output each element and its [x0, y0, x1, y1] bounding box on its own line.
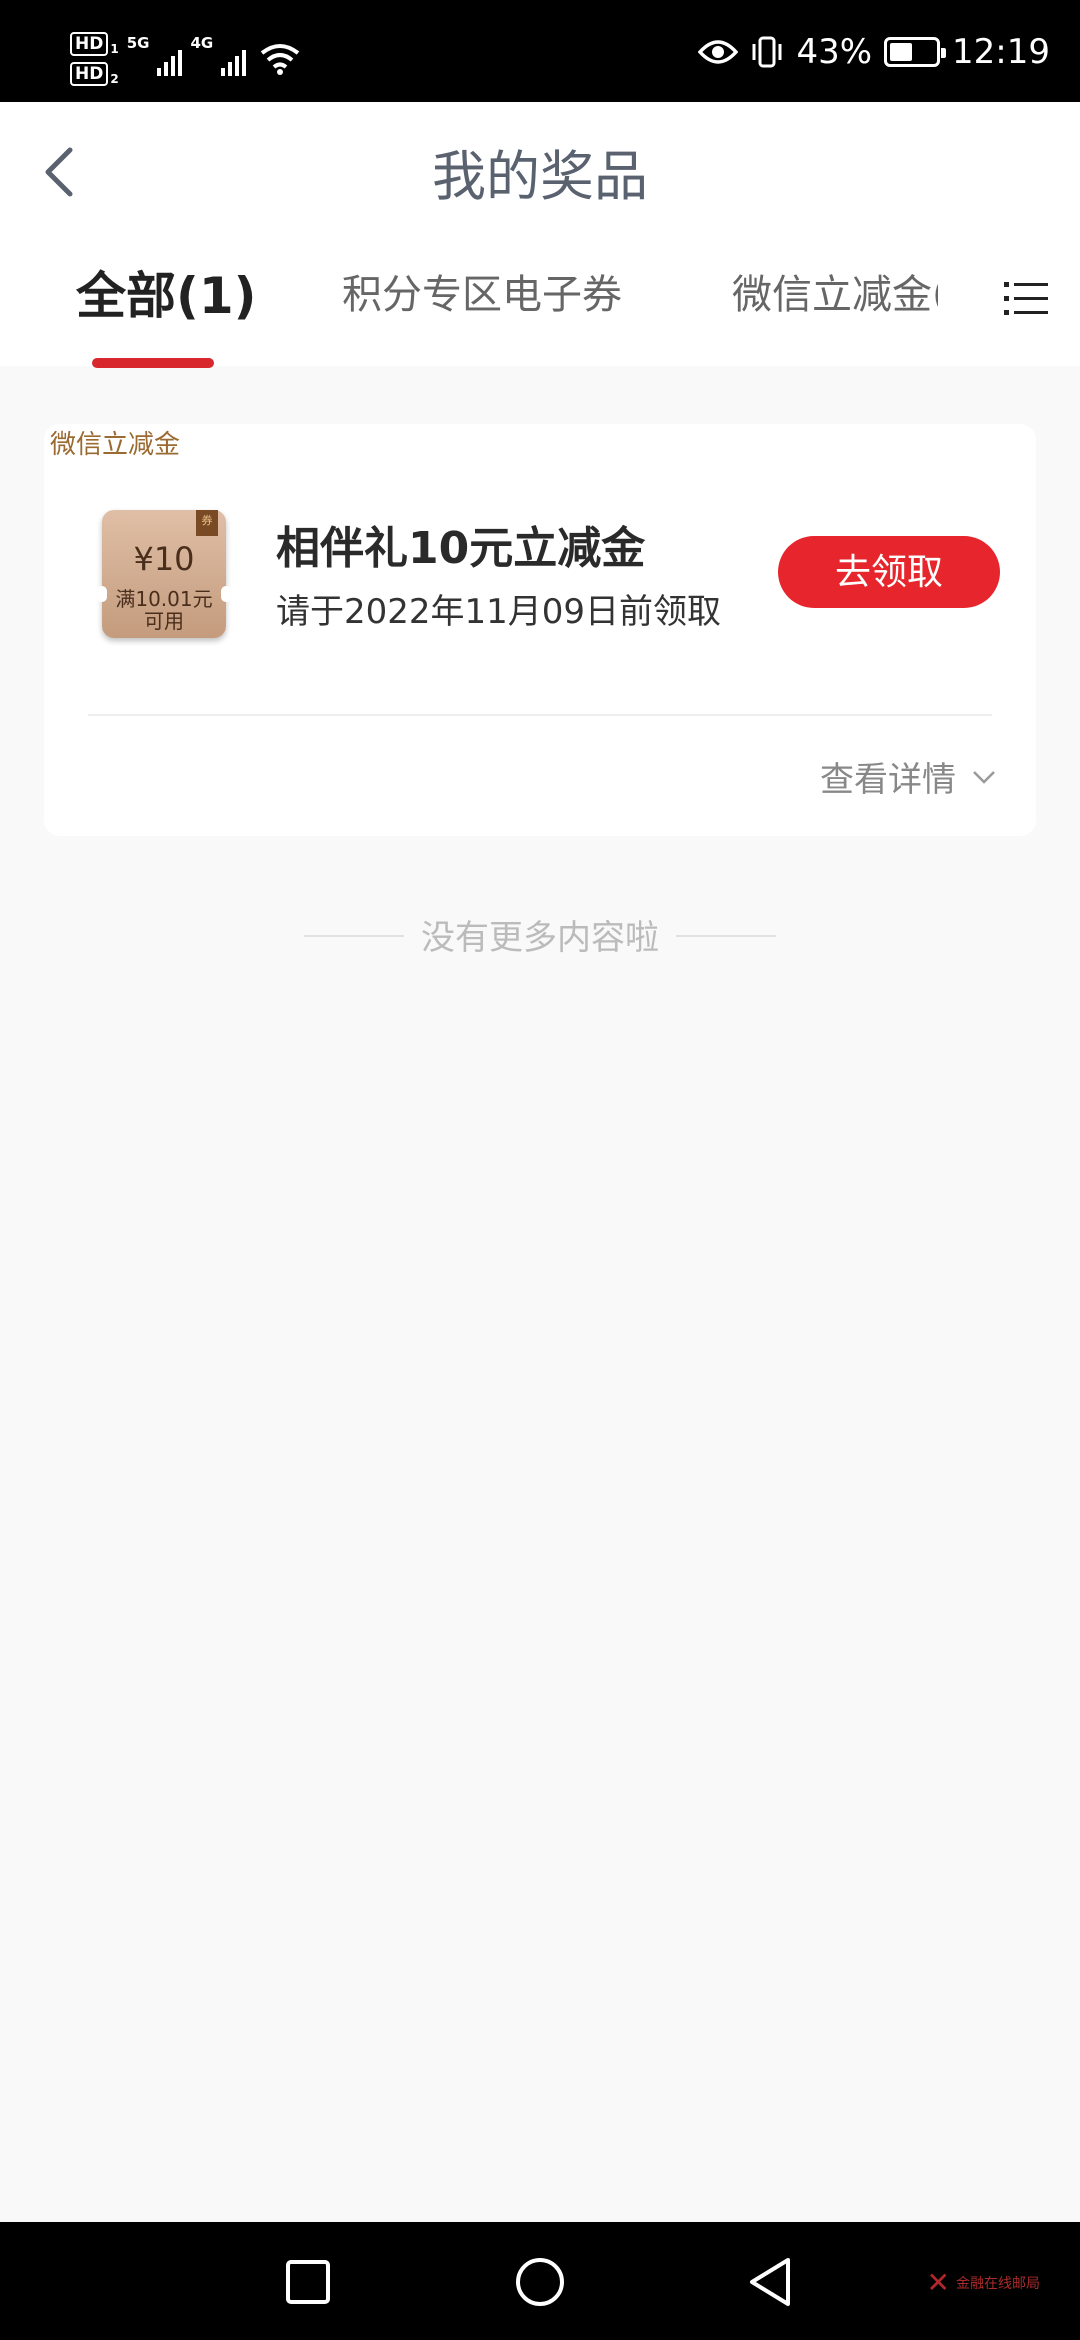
watermark: ✕ 金融在线邮局 — [927, 2266, 1040, 2299]
hd-indicator-1: HD 1 — [70, 32, 119, 56]
tab-points-ecoupons[interactable]: 积分专区电子券 — [342, 262, 622, 320]
coupon-condition-line1: 满10.01元 — [115, 587, 213, 611]
hd-sub-2: 2 — [110, 72, 119, 86]
tab-bar: 全部(1) 积分专区电子券 微信立减金( — [0, 262, 1080, 368]
coupon-notch-left — [97, 586, 107, 602]
watermark-text: 金融在线邮局 — [956, 2275, 1040, 2292]
network-4g-label: 4G — [190, 34, 214, 52]
wifi-icon — [260, 44, 300, 75]
coupon-condition-line2: 可用 — [144, 609, 184, 633]
prize-name: 相伴礼10元立减金 — [276, 523, 646, 574]
status-left: HD 1 HD 2 5G 4G — [70, 28, 300, 90]
view-details-link[interactable]: 查看详情 — [820, 752, 996, 801]
coupon-notch-right — [221, 586, 231, 602]
chevron-down-icon — [973, 770, 995, 784]
hd-indicators: HD 1 HD 2 — [70, 32, 119, 86]
hd-indicator-2: HD 2 — [70, 62, 119, 86]
prize-deadline: 请于2022年11月09日前领取 — [276, 592, 722, 632]
coupon-amount: ¥10 — [133, 540, 195, 578]
active-tab-indicator — [92, 358, 214, 368]
hd-label-1: HD — [70, 32, 109, 56]
page-title: 我的奖品 — [432, 145, 648, 208]
claim-button[interactable]: 去领取 — [778, 536, 1000, 608]
end-of-list-note: 没有更多内容啦 — [421, 918, 659, 958]
coupon-thumbnail: 券 ¥10 满10.01元 可用 — [97, 510, 231, 638]
system-nav-bar: ✕ 金融在线邮局 — [0, 2222, 1080, 2340]
coupon-badge: 券 — [196, 510, 218, 536]
tab-wechat-discount[interactable]: 微信立减金( — [732, 262, 938, 320]
hd-sub-1: 1 — [110, 42, 119, 56]
card-divider — [88, 714, 992, 716]
prize-card: 微信立减金 券 ¥10 满10.01元 可用 相伴礼10元立减金 请于2022年… — [44, 424, 1036, 836]
recent-apps-square-icon[interactable] — [278, 2252, 338, 2312]
status-bar: HD 1 HD 2 5G 4G 43% 12:19 — [0, 0, 1080, 102]
network-5g-label: 5G — [126, 34, 150, 52]
battery-fill — [890, 43, 913, 61]
battery-percent: 43% — [796, 32, 873, 72]
back-triangle-icon[interactable] — [740, 2252, 800, 2312]
eye-icon — [698, 40, 739, 64]
end-divider-right — [676, 935, 776, 937]
home-circle-icon[interactable] — [510, 2252, 570, 2312]
view-details-label: 查看详情 — [820, 760, 956, 800]
signal-icon-2 — [221, 46, 247, 76]
signal-icon — [157, 46, 183, 76]
battery-icon — [884, 37, 947, 67]
hd-label-2: HD — [70, 62, 109, 86]
prize-category-tag: 微信立减金 — [50, 430, 181, 460]
clock: 12:19 — [952, 32, 1050, 72]
page-header: 我的奖品 全部(1) 积分专区电子券 微信立减金( — [0, 102, 1080, 368]
list-menu-icon[interactable] — [1004, 278, 1048, 318]
vibrate-icon — [752, 36, 782, 68]
tab-all[interactable]: 全部(1) — [76, 256, 257, 328]
watermark-logo-icon: ✕ — [926, 2266, 950, 2299]
status-right: 43% 12:19 — [698, 30, 1050, 74]
